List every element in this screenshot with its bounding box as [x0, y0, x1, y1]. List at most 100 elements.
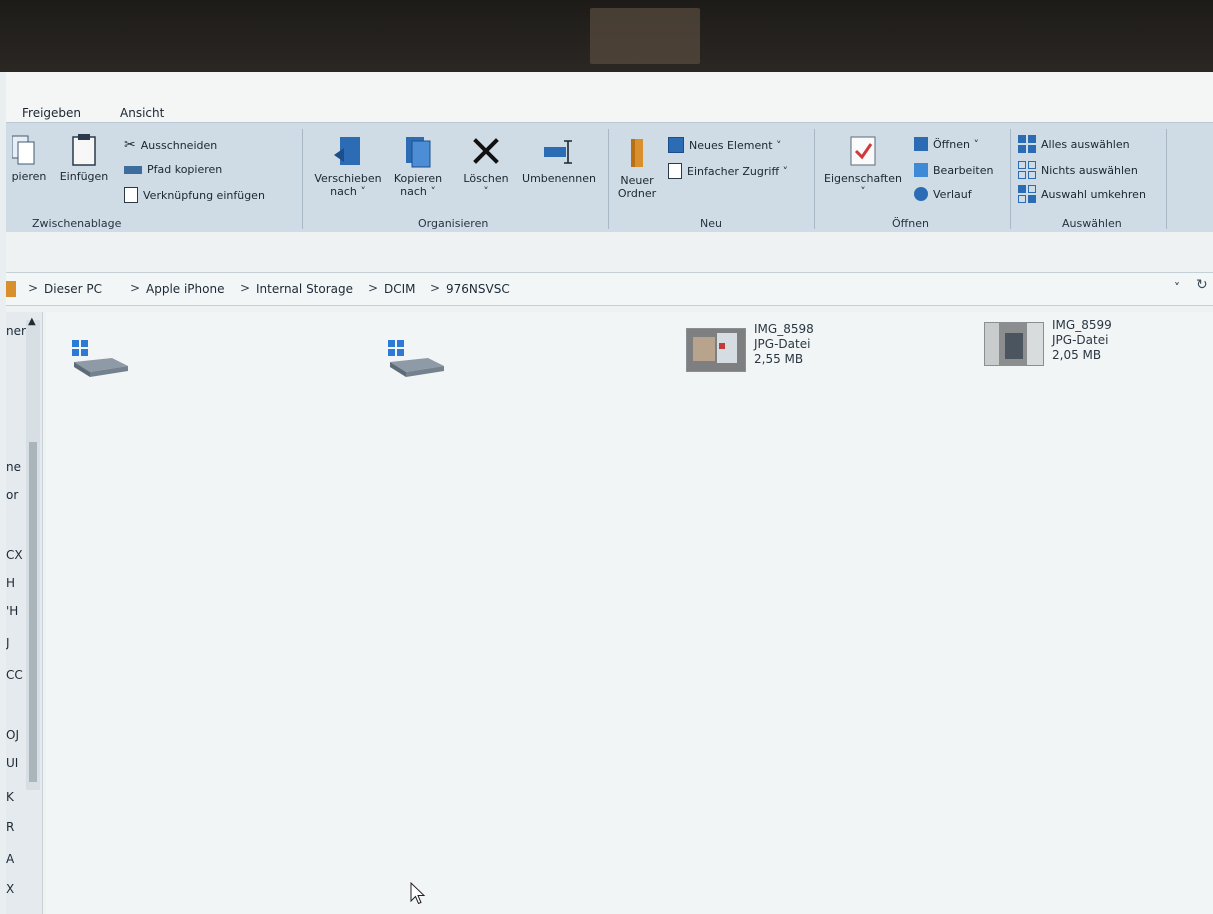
nav-item[interactable]: or — [6, 488, 18, 502]
breadcrumb-separator: > — [430, 281, 441, 295]
new-folder-button[interactable]: Neuer Ordner — [614, 137, 660, 200]
nav-item[interactable]: 'H — [6, 604, 18, 618]
copy-path-button[interactable]: Pfad kopieren — [124, 163, 222, 176]
easy-access-icon — [668, 163, 682, 179]
properties-dropdown-arrow[interactable]: ˅ — [818, 185, 908, 198]
group-open: Öffnen — [892, 217, 929, 230]
new-item-label: Neues Element ˅ — [689, 138, 782, 152]
edit-button[interactable]: Bearbeiten — [914, 163, 993, 177]
easy-access-label: Einfacher Zugriff ˅ — [687, 164, 789, 178]
file-explorer-window: Freigeben Ansicht pieren Einfügen ✂ Auss… — [6, 72, 1213, 914]
paste-icon — [72, 134, 96, 166]
nav-item[interactable]: CX — [6, 548, 23, 562]
copy-to-icon — [406, 137, 431, 168]
nav-item[interactable]: ner — [6, 324, 26, 338]
copy-to-label: Kopieren — [393, 172, 443, 185]
drive-item[interactable] — [72, 340, 132, 384]
address-dropdown-button[interactable]: ˅ — [1174, 281, 1180, 295]
breadcrumb-976nsvsc[interactable]: 976NSVSC — [446, 282, 510, 296]
group-divider — [814, 129, 815, 229]
easy-access-button[interactable]: Einfacher Zugriff ˅ — [668, 163, 788, 179]
open-button[interactable]: Öffnen ˅ — [914, 137, 979, 151]
edit-label: Bearbeiten — [933, 163, 994, 177]
breadcrumb-separator: > — [130, 281, 141, 295]
nav-item[interactable]: OJ — [6, 728, 19, 742]
drive-icon — [72, 340, 128, 377]
select-all-label: Alles auswählen — [1041, 137, 1130, 151]
new-folder-sublabel: Ordner — [617, 187, 657, 200]
delete-label: Löschen — [463, 172, 509, 185]
copy-icon — [12, 135, 35, 165]
breadcrumb-apple-iphone[interactable]: Apple iPhone — [146, 282, 224, 296]
breadcrumb-this-pc[interactable]: Dieser PC — [44, 282, 102, 296]
nav-item[interactable]: CC — [6, 668, 23, 682]
scroll-up-icon[interactable]: ▲ — [28, 316, 36, 327]
select-none-button[interactable]: Nichts auswählen — [1018, 161, 1138, 179]
group-clipboard: Zwischenablage — [32, 217, 122, 230]
nav-item[interactable]: H — [6, 576, 15, 590]
file-type: JPG-Datei — [1052, 333, 1109, 347]
delete-icon — [473, 138, 499, 164]
nav-item[interactable]: X — [6, 882, 14, 896]
image-thumbnail-icon — [686, 328, 746, 372]
nav-scrollbar-thumb[interactable] — [29, 442, 37, 782]
webcam-tape — [590, 8, 700, 64]
delete-dropdown-arrow[interactable]: ˅ — [458, 185, 514, 198]
mouse-pointer-icon — [410, 882, 426, 905]
copy-to-button[interactable]: Kopieren nach ˅ — [388, 135, 448, 198]
breadcrumb-dcim[interactable]: DCIM — [384, 282, 416, 296]
file-details: IMG_8598 JPG-Datei 2,55 MB — [754, 322, 814, 372]
move-to-label: Verschieben — [314, 172, 382, 185]
open-label: Öffnen ˅ — [933, 137, 979, 151]
open-icon — [914, 137, 928, 151]
paste-shortcut-icon — [124, 187, 138, 203]
delete-button[interactable]: Löschen ˅ — [458, 135, 514, 198]
select-all-icon — [1018, 135, 1036, 153]
tab-view[interactable]: Ansicht — [120, 106, 164, 120]
copy-path-icon — [124, 165, 142, 174]
copy-button[interactable]: pieren — [6, 133, 52, 183]
cut-label: Ausschneiden — [140, 138, 218, 152]
history-button[interactable]: Verlauf — [914, 187, 972, 201]
paste-label: Einfügen — [59, 170, 109, 183]
ribbon-spacer — [6, 232, 1213, 266]
nav-item[interactable]: J — [6, 636, 10, 650]
invert-selection-label: Auswahl umkehren — [1041, 187, 1146, 201]
paste-shortcut-button[interactable]: Verknüpfung einfügen — [124, 187, 265, 203]
file-item[interactable]: IMG_8598 JPG-Datei 2,55 MB — [686, 322, 814, 372]
file-size: 2,05 MB — [1052, 348, 1102, 362]
breadcrumb-separator: > — [240, 281, 251, 295]
cut-button[interactable]: ✂ Ausschneiden — [124, 137, 217, 153]
nav-item[interactable]: A — [6, 852, 14, 866]
folder-icon — [6, 281, 16, 297]
select-all-button[interactable]: Alles auswählen — [1018, 135, 1130, 153]
file-list: IMG_8598 JPG-Datei 2,55 MB IMG_8599 JPG-… — [46, 312, 1213, 914]
group-divider — [302, 129, 303, 229]
new-item-button[interactable]: Neues Element ˅ — [668, 137, 782, 153]
address-bar[interactable]: > Dieser PC > Apple iPhone > Internal St… — [6, 272, 1213, 306]
move-to-sublabel: nach ˅ — [330, 185, 366, 198]
file-item[interactable]: IMG_8599 JPG-Datei 2,05 MB — [984, 318, 1112, 366]
properties-button[interactable]: Eigenschaften ˅ — [818, 135, 908, 198]
paste-button[interactable]: Einfügen — [56, 133, 112, 183]
image-thumbnail-icon — [984, 322, 1044, 366]
file-size: 2,55 MB — [754, 352, 804, 366]
nav-item[interactable]: ne — [6, 460, 21, 474]
new-folder-icon — [631, 139, 643, 167]
nav-item[interactable]: K — [6, 790, 14, 804]
tab-share[interactable]: Freigeben — [22, 106, 81, 120]
select-none-label: Nichts auswählen — [1041, 163, 1138, 177]
nav-item[interactable]: R — [6, 820, 14, 834]
breadcrumb-internal-storage[interactable]: Internal Storage — [256, 282, 353, 296]
move-to-button[interactable]: Verschieben nach ˅ — [310, 135, 386, 198]
refresh-icon[interactable]: ↻ — [1196, 277, 1208, 293]
nav-item[interactable]: UI — [6, 756, 18, 770]
rename-button[interactable]: Umbenennen — [516, 135, 602, 185]
drive-item[interactable] — [388, 340, 448, 384]
ribbon-tab-bar: Freigeben Ansicht — [6, 72, 1213, 122]
invert-selection-button[interactable]: Auswahl umkehren — [1018, 185, 1146, 203]
invert-selection-icon — [1018, 185, 1036, 203]
group-divider — [1010, 129, 1011, 229]
group-new: Neu — [700, 217, 722, 230]
cut-icon: ✂ — [124, 137, 136, 153]
